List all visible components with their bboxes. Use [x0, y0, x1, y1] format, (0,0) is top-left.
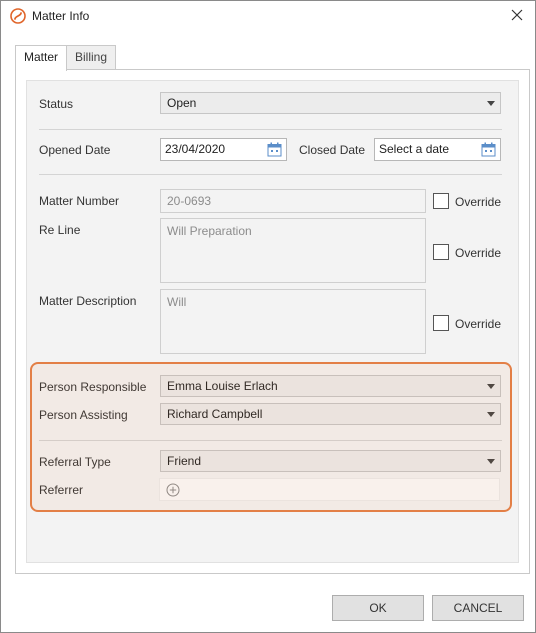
- window-title: Matter Info: [32, 9, 90, 23]
- calendar-icon[interactable]: [267, 142, 282, 157]
- person-assisting-label: Person Assisting: [39, 408, 128, 422]
- matter-number-value: 20-0693: [167, 194, 212, 208]
- referrer-label: Referrer: [39, 483, 84, 497]
- referrer-field[interactable]: [159, 478, 500, 501]
- opened-date-picker[interactable]: 23/04/2020: [160, 138, 287, 161]
- chevron-down-icon: [487, 412, 495, 417]
- divider: [39, 129, 502, 130]
- tab-bar: Matter Billing: [15, 45, 117, 71]
- status-value: Open: [167, 96, 197, 110]
- re-line-value: Will Preparation: [167, 224, 252, 238]
- person-assisting-value: Richard Campbell: [167, 407, 263, 421]
- matter-description-override-checkbox[interactable]: [433, 315, 449, 331]
- title-bar: Matter Info: [1, 1, 535, 31]
- app-logo-icon: [10, 8, 26, 24]
- status-label: Status: [39, 97, 74, 111]
- matter-description-label: Matter Description: [39, 294, 137, 308]
- calendar-icon[interactable]: [481, 142, 496, 157]
- cancel-button[interactable]: CANCEL: [432, 595, 524, 621]
- opened-date-value: 23/04/2020: [165, 142, 226, 156]
- re-line-label: Re Line: [39, 223, 81, 237]
- matter-info-window: Matter Info Matter Billing Status Open O…: [0, 0, 536, 633]
- matter-number-field[interactable]: 20-0693: [160, 189, 426, 213]
- tab-billing[interactable]: Billing: [66, 45, 117, 70]
- chevron-down-icon: [487, 384, 495, 389]
- tab-matter[interactable]: Matter: [15, 45, 68, 71]
- matter-number-override-checkbox[interactable]: [433, 193, 449, 209]
- referral-type-dropdown[interactable]: Friend: [160, 450, 501, 472]
- person-responsible-dropdown[interactable]: Emma Louise Erlach: [160, 375, 501, 397]
- re-line-field[interactable]: Will Preparation: [160, 218, 426, 283]
- matter-description-field[interactable]: Will: [160, 289, 426, 354]
- matter-number-override-label: Override: [455, 195, 502, 209]
- opened-date-label: Opened Date: [39, 143, 111, 157]
- person-responsible-value: Emma Louise Erlach: [167, 379, 278, 393]
- ok-button[interactable]: OK: [332, 595, 424, 621]
- person-responsible-label: Person Responsible: [39, 380, 147, 394]
- referral-type-label: Referral Type: [39, 455, 111, 469]
- closed-date-label: Closed Date: [299, 143, 366, 157]
- person-assisting-dropdown[interactable]: Richard Campbell: [160, 403, 501, 425]
- re-line-override-checkbox[interactable]: [433, 244, 449, 260]
- status-dropdown[interactable]: Open: [160, 92, 501, 114]
- closed-date-placeholder: Select a date: [379, 142, 450, 156]
- chevron-down-icon: [487, 459, 495, 464]
- matter-description-value: Will: [167, 295, 187, 309]
- close-icon[interactable]: [509, 7, 525, 23]
- plus-circle-icon[interactable]: [166, 483, 180, 497]
- closed-date-picker[interactable]: Select a date: [374, 138, 501, 161]
- matter-number-label: Matter Number: [39, 194, 120, 208]
- matter-description-override-label: Override: [455, 317, 502, 331]
- referral-type-value: Friend: [167, 454, 202, 468]
- chevron-down-icon: [487, 101, 495, 106]
- divider: [39, 440, 502, 441]
- divider: [39, 174, 502, 175]
- re-line-override-label: Override: [455, 246, 502, 260]
